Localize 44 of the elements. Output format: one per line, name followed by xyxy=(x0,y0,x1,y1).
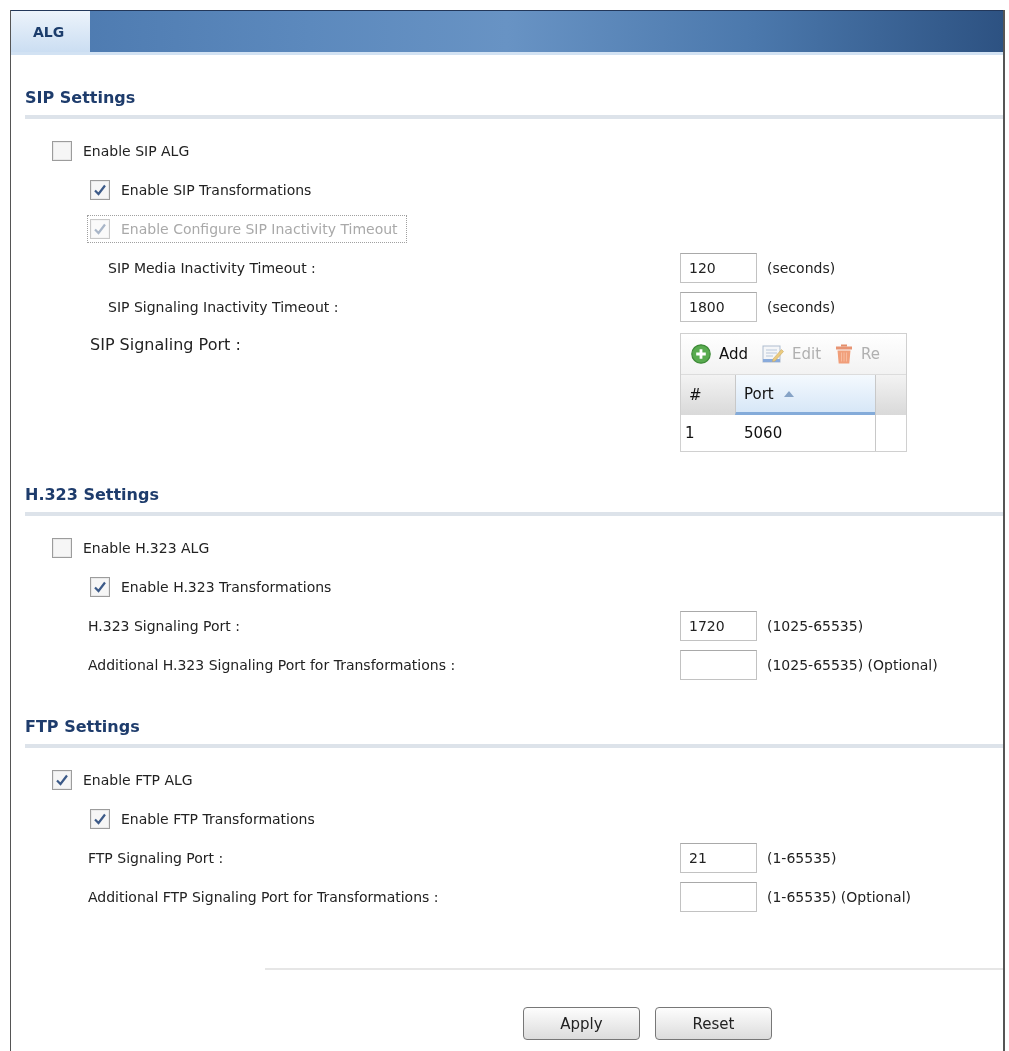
table-cell-text: 5060 xyxy=(743,423,784,444)
checkbox-label[interactable]: Enable SIP ALG xyxy=(83,142,190,159)
section-title: H.323 Settings xyxy=(25,485,160,505)
checkbox-label[interactable]: Enable FTP ALG xyxy=(83,771,193,788)
checkbox-label[interactable]: Enable H.323 Transformations xyxy=(121,578,332,595)
table-cell-text: 1 xyxy=(684,423,696,444)
column-header[interactable]: # xyxy=(681,375,735,415)
field-label: Additional FTP Signaling Port for Transformations : xyxy=(88,888,439,905)
checkbox[interactable] xyxy=(90,179,110,200)
field-hint: (1025-65535) xyxy=(767,617,864,634)
field-label: FTP Signaling Port : xyxy=(88,849,224,866)
input-field[interactable]: 21 xyxy=(680,842,757,873)
checkbox-label[interactable]: Enable SIP Transformations xyxy=(121,181,312,198)
add-button[interactable]: Add xyxy=(691,344,749,364)
section-title: SIP Settings xyxy=(25,88,137,108)
checkbox[interactable] xyxy=(52,537,72,558)
input-field[interactable]: 1720 xyxy=(680,610,757,641)
plus-circle-icon xyxy=(691,344,711,364)
checkbox[interactable] xyxy=(52,140,72,161)
tab[interactable]: ALG xyxy=(11,11,90,52)
field-hint: (1025-65535) (Optional) xyxy=(767,656,938,673)
field-label: SIP Signaling Port : xyxy=(90,335,241,354)
field-hint: (1-65535) (Optional) xyxy=(767,888,911,905)
checkbox-label[interactable]: Enable FTP Transformations xyxy=(121,810,315,827)
column-header[interactable]: Port xyxy=(735,375,875,415)
checkbox[interactable] xyxy=(90,576,110,597)
field-label: SIP Signaling Inactivity Timeout : xyxy=(108,298,339,315)
checkbox-label[interactable]: Enable H.323 ALG xyxy=(83,539,210,556)
field-hint: (1-65535) xyxy=(767,849,837,866)
field-label: Additional H.323 Signaling Port for Transformations : xyxy=(88,656,456,673)
trash-can-icon xyxy=(835,344,854,364)
field-hint: (seconds) xyxy=(767,259,836,276)
input-field[interactable] xyxy=(680,649,757,680)
form-button[interactable]: Apply xyxy=(523,1007,640,1040)
field-label: SIP Media Inactivity Timeout : xyxy=(108,259,316,276)
checkbox[interactable] xyxy=(52,769,72,790)
field-hint: (seconds) xyxy=(767,298,836,315)
notepad-pencil-icon xyxy=(762,344,785,364)
form-button[interactable]: Reset xyxy=(655,1007,772,1040)
input-field[interactable] xyxy=(680,881,757,912)
field-label: H.323 Signaling Port : xyxy=(88,617,240,634)
sort-up-icon xyxy=(783,390,794,397)
checkbox[interactable] xyxy=(90,808,110,829)
section-title: FTP Settings xyxy=(25,717,141,737)
